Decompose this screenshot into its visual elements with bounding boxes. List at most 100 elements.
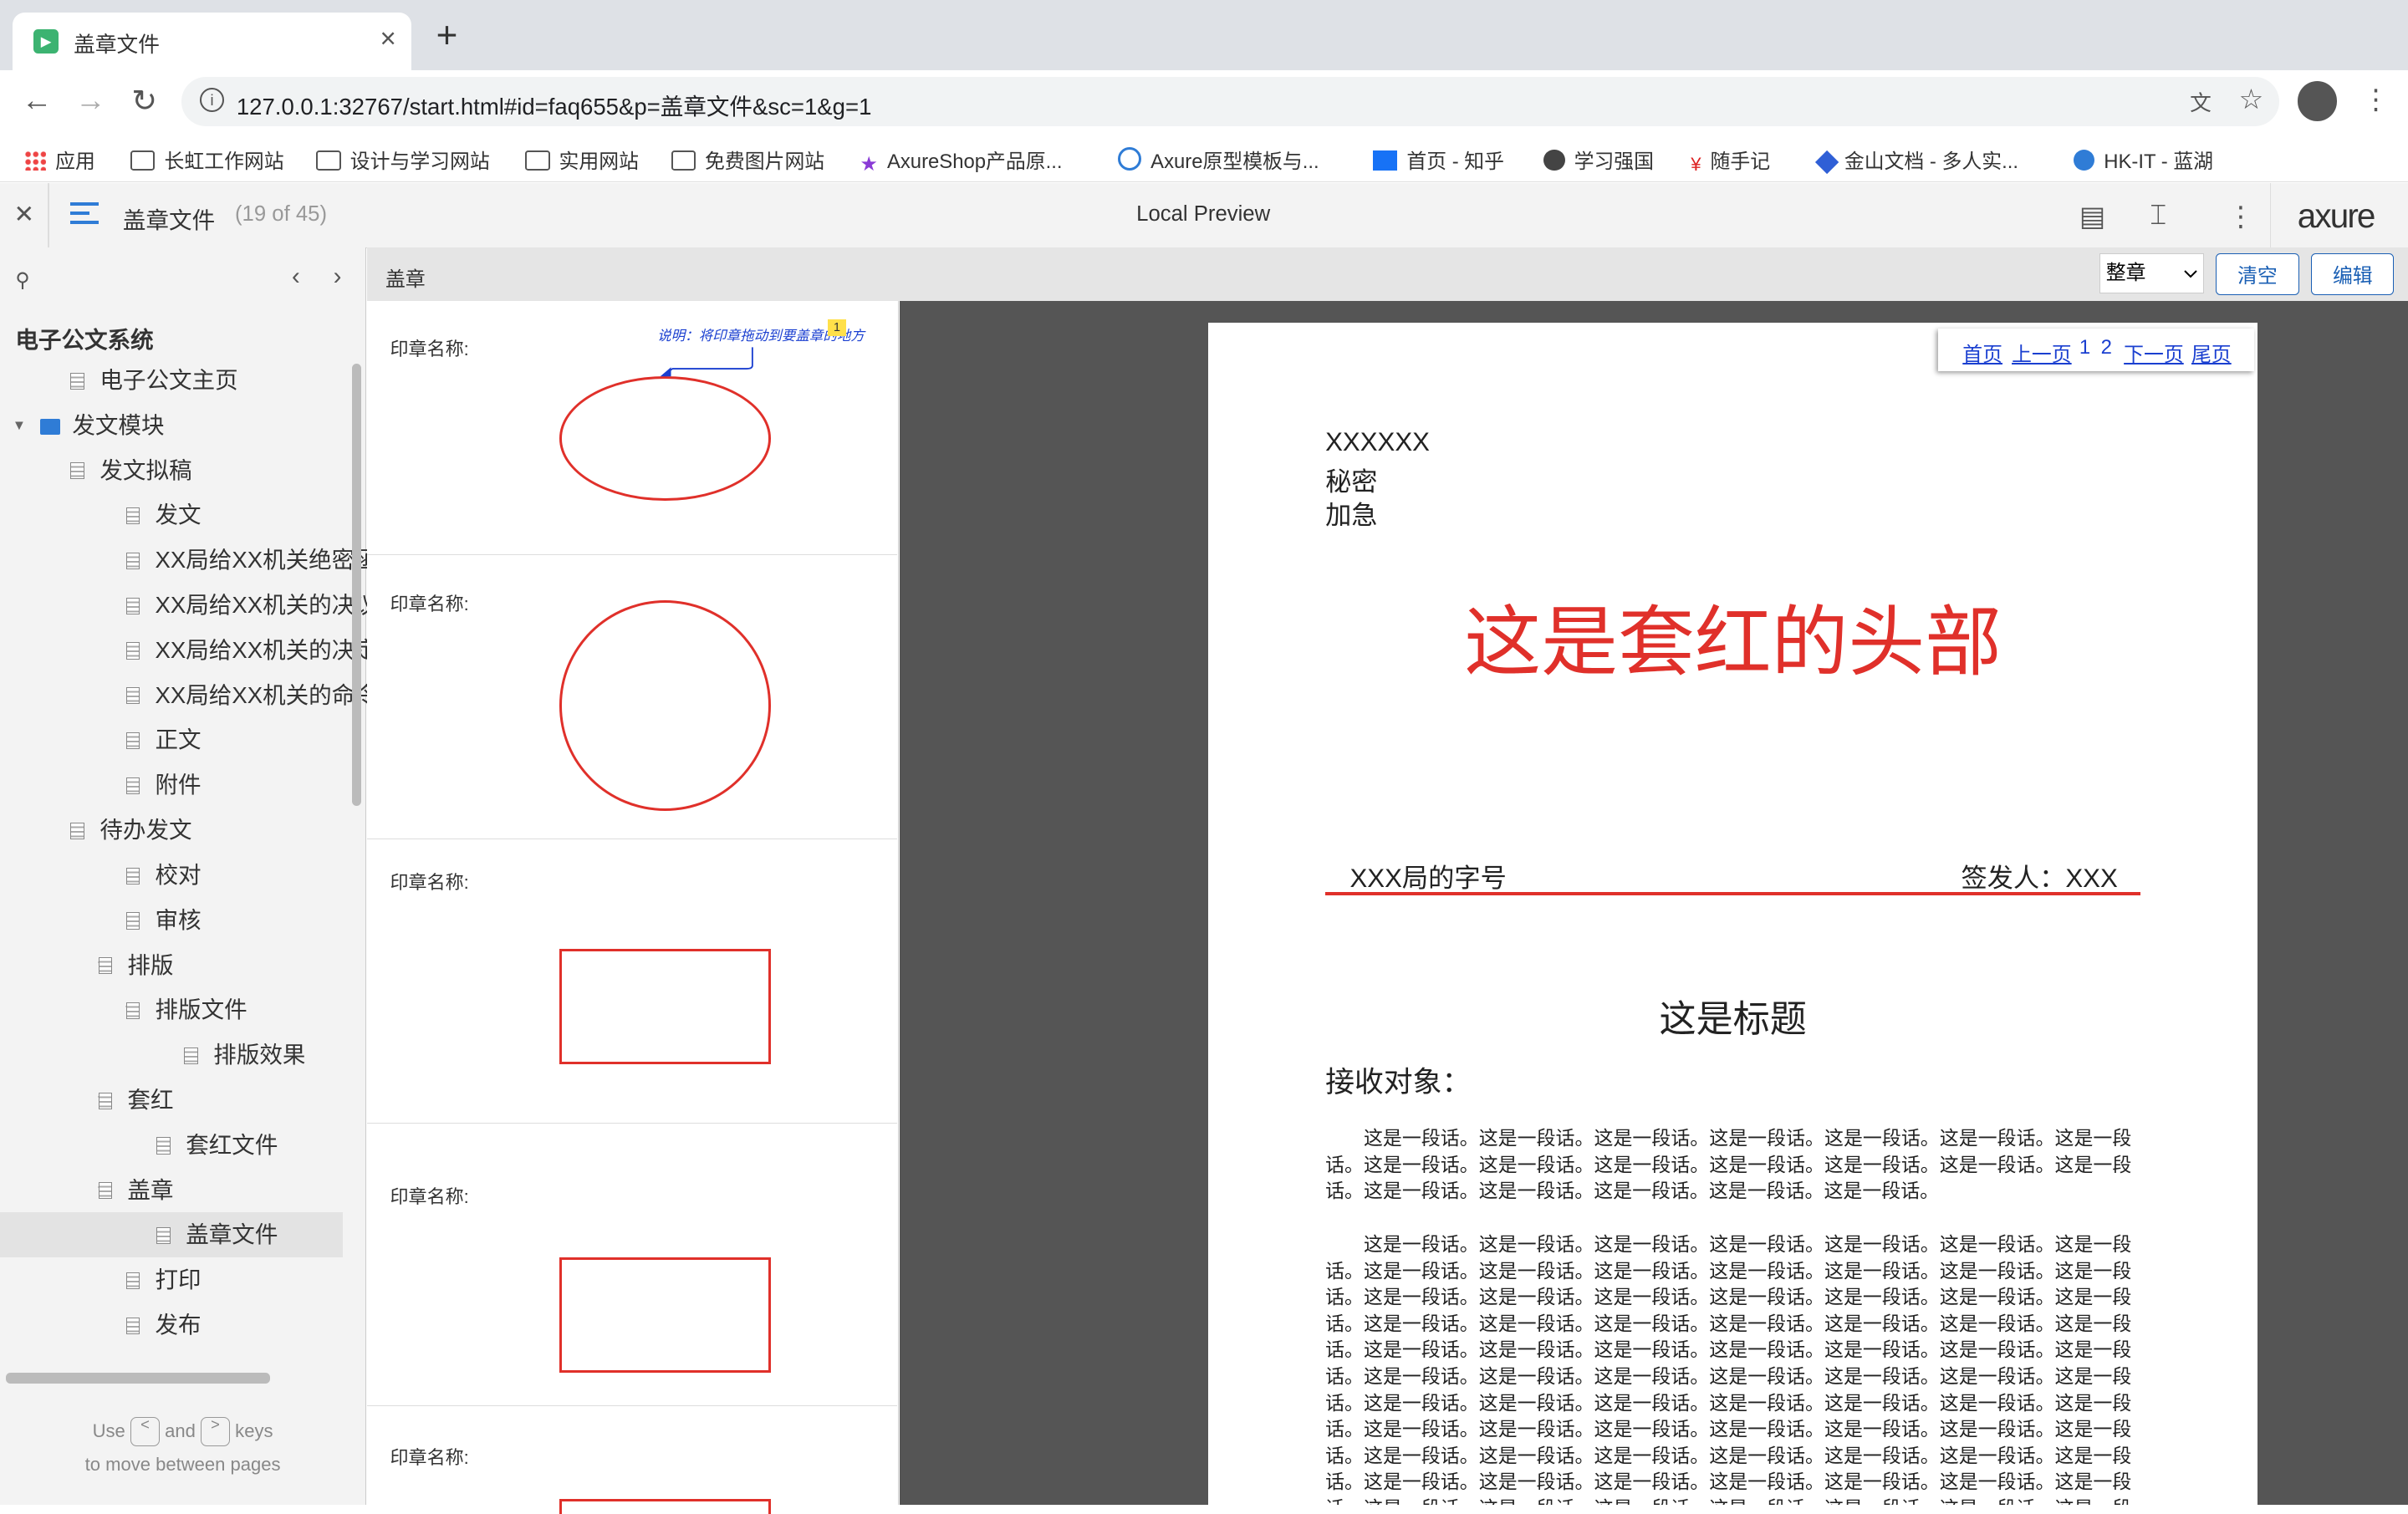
sidebar-item[interactable]: ▼ 发文模块 [0, 403, 343, 447]
doc-number: XXX局的字号 [1349, 863, 1507, 893]
next-page-link[interactable]: 下一页 [2124, 338, 2184, 367]
next-page-icon[interactable]: › [334, 263, 342, 291]
sidebar-item[interactable]: 电子公文主页 [0, 358, 343, 402]
pagination: 首页 上一页 1 2 下一页 尾页 [1937, 329, 2255, 372]
notes-icon[interactable]: ▤ [2079, 200, 2105, 233]
oval-seal[interactable] [559, 375, 771, 501]
previous-page-link[interactable]: 上一页 [2012, 338, 2072, 367]
sidebar-item[interactable]: XX局给XX机关绝密函 [0, 538, 378, 582]
page-icon [70, 822, 84, 839]
site-info-icon[interactable]: i [199, 87, 225, 113]
forward-arrow-icon[interactable]: → [72, 83, 109, 118]
page-1-link[interactable]: 1 [2079, 336, 2090, 359]
bookmark-folder[interactable]: 长虹工作网站 [130, 145, 284, 174]
back-arrow-icon[interactable]: ← [18, 83, 55, 118]
bookmark-xuexi[interactable]: 学习强国 [1543, 145, 1654, 174]
urgency: 加急 [1325, 501, 1378, 531]
vertical-scrollbar[interactable] [351, 364, 361, 807]
sidebar-item[interactable]: XX局给XX机关的命令 [0, 673, 378, 717]
sidebar-item[interactable]: 发文 [0, 492, 343, 537]
sidebar-item-label: 发布 [155, 1312, 202, 1338]
expand-caret-icon[interactable]: ▼ [13, 403, 26, 447]
star-logo-icon: ★ [860, 153, 878, 176]
sidebar-item[interactable]: ▼排版文件 [0, 987, 343, 1032]
sidebar-item[interactable]: 盖章文件 [0, 1212, 343, 1257]
sidebar-item[interactable]: XX局给XX机关的决定 [0, 628, 378, 672]
circle-logo-icon [1118, 147, 1142, 171]
rect-seal[interactable] [559, 1498, 771, 1514]
sidebar-item[interactable]: 审核 [0, 898, 343, 942]
bookmark-lanhu[interactable]: HK-IT - 蓝湖 [2073, 145, 2213, 174]
edit-button[interactable]: 编辑 [2311, 253, 2395, 295]
red-divider [1325, 892, 2141, 895]
note-badge[interactable]: 1 [827, 319, 846, 337]
sidebar-item[interactable]: ▼套红 [0, 1078, 343, 1122]
sidebar-item[interactable]: 附件 [0, 762, 343, 807]
sitemap-menu-icon[interactable] [70, 202, 99, 230]
rect-seal[interactable] [559, 949, 771, 1064]
bookmark-folder[interactable]: 实用网站 [525, 145, 639, 174]
sidebar-item[interactable]: 套红文件 [0, 1123, 343, 1167]
last-page-link[interactable]: 尾页 [2191, 338, 2232, 367]
bookmark-zhihu[interactable]: 首页 - 知乎 [1373, 145, 1504, 174]
sidebar-item[interactable]: ▼发文拟稿 [0, 448, 343, 492]
sidebar-item[interactable]: ▼排版 [0, 943, 343, 987]
rect-seal[interactable] [559, 1257, 771, 1373]
chrome-menu-icon[interactable]: ⋮ [2362, 83, 2390, 116]
horizontal-scrollbar[interactable] [6, 1373, 271, 1384]
round-seal[interactable] [559, 600, 771, 811]
seal-type-select[interactable]: 整章 [2099, 253, 2204, 293]
sidebar-item-label: 打印 [155, 1267, 202, 1293]
sidebar-item[interactable]: XX局给XX机关的决议 [0, 583, 378, 627]
page-icon [125, 777, 140, 795]
inspect-icon[interactable]: ⌶ [2150, 200, 2166, 232]
bookmark-kdocs[interactable]: 金山文档 - 多人实... [1814, 145, 2018, 175]
divider [2269, 182, 2272, 247]
sidebar-item[interactable]: 发布 [0, 1302, 343, 1347]
page-icon [125, 507, 140, 525]
recipient: 接收对象： [1325, 1066, 1472, 1099]
seal-item[interactable]: 印章名称: [367, 1406, 897, 1505]
sidebar-item-label: 待办发文 [99, 817, 192, 844]
profile-avatar-icon[interactable] [2297, 81, 2338, 122]
page-title: 盖章文件 [122, 206, 216, 233]
bookmark-folder[interactable]: 设计与学习网站 [316, 145, 490, 174]
sitemap-root: 电子公文系统 [15, 326, 154, 353]
bookmark-apps[interactable]: 应用 [24, 145, 95, 174]
more-options-icon[interactable]: ⋮ [2227, 200, 2254, 233]
sidebar-item[interactable]: ▼待办发文 [0, 808, 343, 852]
previous-page-icon[interactable]: ‹ [292, 263, 300, 291]
sidebar-item[interactable]: 打印 [0, 1257, 343, 1302]
prev-key-icon: < [130, 1416, 160, 1447]
bookmark-folder[interactable]: 免费图片网站 [671, 145, 824, 174]
reload-icon[interactable]: ↻ [126, 83, 163, 119]
sidebar-item[interactable]: 校对 [0, 853, 343, 897]
page-icon [125, 867, 140, 884]
search-icon[interactable]: ⚲ [15, 268, 29, 293]
sidebar-item[interactable]: ▼盖章 [0, 1168, 343, 1212]
sidebar-item-label: 正文 [155, 726, 202, 753]
bookmark-axureshop[interactable]: ★ AxureShop产品原... [860, 145, 1063, 176]
first-page-link[interactable]: 首页 [1962, 338, 2002, 367]
sidebar-item[interactable]: 排版效果 [0, 1032, 343, 1077]
page-2-link[interactable]: 2 [2101, 336, 2112, 359]
divider [47, 182, 49, 247]
browser-tab[interactable]: ▶ 盖章文件 × [12, 12, 412, 71]
bookmark-axure-templates[interactable]: Axure原型模板与... [1118, 145, 1319, 174]
translate-icon[interactable]: 文 [2190, 86, 2212, 117]
sidebar-item-label: 发文拟稿 [99, 456, 192, 483]
url-text[interactable]: 127.0.0.1:32767/start.html#id=faq655&p=盖… [237, 88, 872, 121]
close-sidebar-icon[interactable]: ✕ [14, 200, 35, 229]
new-tab-icon[interactable]: + [436, 15, 458, 57]
clear-button[interactable]: 清空 [2216, 253, 2299, 295]
lanhu-logo-icon [2073, 149, 2095, 171]
sidebar-item[interactable]: 正文 [0, 717, 343, 762]
address-bar[interactable]: i 127.0.0.1:32767/start.html#id=faq655&p… [181, 76, 2279, 126]
sidebar-item-label: 发文 [155, 502, 202, 528]
section-label: 盖章 [385, 268, 426, 292]
bookmark-suishouji[interactable]: ¥ 随手记 [1691, 145, 1770, 176]
page-icon [125, 642, 140, 660]
star-bookmark-icon[interactable]: ☆ [2239, 83, 2264, 116]
close-tab-icon[interactable]: × [380, 23, 396, 55]
yen-icon: ¥ [1691, 154, 1701, 176]
